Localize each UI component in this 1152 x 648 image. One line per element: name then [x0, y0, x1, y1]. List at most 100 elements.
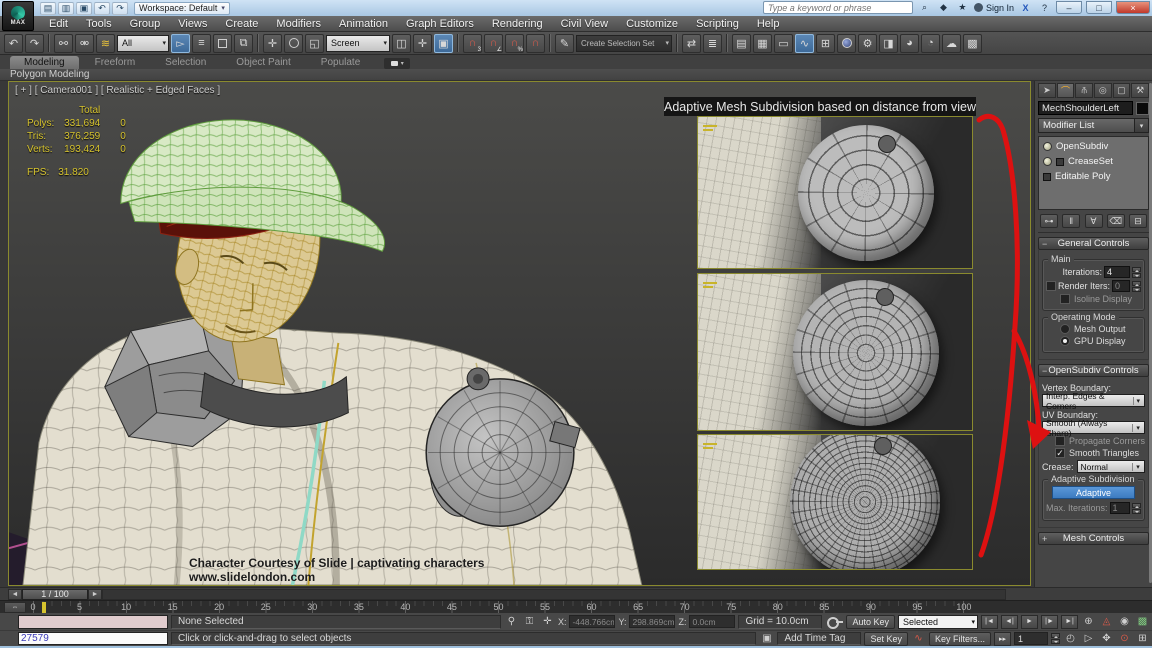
configure-modifier-sets-icon[interactable]: ⊟ [1129, 214, 1147, 228]
edit-named-selection-sets-icon[interactable]: ✎ [555, 34, 574, 53]
open-file-icon[interactable]: ▥ [58, 2, 74, 15]
expand-icon[interactable]: + [1042, 534, 1047, 544]
max-iterations-spinner[interactable] [1132, 503, 1141, 514]
menu-help[interactable]: Help [748, 18, 789, 30]
search-input[interactable] [763, 1, 913, 14]
auto-key-button[interactable]: Auto Key [846, 615, 895, 629]
save-file-icon[interactable]: ▣ [76, 2, 92, 15]
exchange-apps-icon[interactable]: X [1018, 1, 1033, 14]
menu-group[interactable]: Group [121, 18, 170, 30]
toggle-layer-explorer-icon[interactable]: ▦ [753, 34, 772, 53]
rectangular-selection-region-icon[interactable] [213, 34, 232, 53]
rollout-header-opensubdiv-controls[interactable]: − OpenSubdiv Controls [1038, 364, 1149, 377]
rendered-frame-window-icon[interactable]: ◨ [879, 34, 898, 53]
toggle-scene-explorer-icon[interactable]: ▤ [732, 34, 751, 53]
use-pivot-point-center-icon[interactable]: ◫ [392, 34, 411, 53]
smooth-triangles-checkbox[interactable]: ✓ [1055, 448, 1065, 458]
time-tag-cube-icon[interactable]: ▣ [759, 632, 774, 646]
workspace-dropdown[interactable]: Workspace: Default ▾ [134, 2, 230, 15]
snaps-toggle-icon[interactable]: ∩3 [463, 34, 482, 53]
max-iterations-field[interactable]: 1 [1110, 502, 1130, 514]
previous-frame-arrow-icon[interactable]: ◄ [8, 589, 22, 600]
z-coordinate-field[interactable]: 0.0cm [689, 615, 735, 628]
motion-tab-icon[interactable]: ◎ [1094, 83, 1112, 98]
ribbon-tab-populate[interactable]: Populate [307, 56, 374, 69]
viewport-label[interactable]: [ + ] [ Camera001 ] [ Realistic + Edged … [15, 85, 220, 96]
communication-center-icon[interactable]: ◆ [936, 1, 951, 14]
menu-modifiers[interactable]: Modifiers [267, 18, 330, 30]
mirror-icon[interactable]: ⇄ [682, 34, 701, 53]
select-and-link-icon[interactable]: ⚯ [54, 34, 73, 53]
menu-rendering[interactable]: Rendering [483, 18, 552, 30]
reference-coordinate-system-dropdown[interactable]: Screen ▾ [326, 35, 390, 52]
select-object-icon[interactable]: ▻ [171, 34, 190, 53]
time-slider-track[interactable] [102, 589, 1006, 600]
unlink-selection-icon[interactable]: ⚮ [75, 34, 94, 53]
select-and-move-icon[interactable]: ✛ [263, 34, 282, 53]
camera-viewport[interactable]: [ + ] [ Camera001 ] [ Realistic + Edged … [8, 81, 1031, 586]
menu-views[interactable]: Views [169, 18, 216, 30]
pin-stack-icon[interactable]: ⊶ [1040, 214, 1058, 228]
gpu-display-radio[interactable] [1060, 336, 1070, 346]
ribbon-tab-object-paint[interactable]: Object Paint [222, 56, 304, 69]
new-scene-icon[interactable]: ▤ [40, 2, 56, 15]
rollout-header-general-controls[interactable]: − General Controls [1038, 237, 1149, 250]
named-selection-sets-dropdown[interactable]: Create Selection Set ▾ [576, 35, 672, 52]
create-tab-icon[interactable]: ➤ [1038, 83, 1056, 98]
menu-graph-editors[interactable]: Graph Editors [397, 18, 483, 30]
time-configuration-icon[interactable]: ◴ [1063, 632, 1078, 646]
absolute-mode-transform-icon[interactable]: ✛ [540, 615, 555, 629]
menu-create[interactable]: Create [216, 18, 267, 30]
align-icon[interactable]: ≣ [703, 34, 722, 53]
key-filters-button[interactable]: Key Filters... [929, 632, 991, 646]
next-frame-icon[interactable]: |► [1041, 615, 1058, 629]
rollout-header-mesh-controls[interactable]: + Mesh Controls [1038, 532, 1149, 545]
iterations-field[interactable]: 4 [1104, 266, 1130, 278]
selection-lock-icon[interactable]: ⚿ [522, 615, 537, 629]
selection-filter-dropdown[interactable]: All ▾ [117, 35, 169, 52]
modifier-enabled-icon[interactable] [1043, 157, 1052, 166]
render-setup-icon[interactable]: ⚙ [858, 34, 877, 53]
y-coordinate-field[interactable]: 298.869cm [629, 615, 675, 628]
open-autodesk-360-icon[interactable]: ▩ [963, 34, 982, 53]
spinner-snap-toggle-icon[interactable]: ∩ [526, 34, 545, 53]
window-crossing-icon[interactable]: ⧉ [234, 34, 253, 53]
help-icon[interactable]: ? [1037, 1, 1052, 14]
application-menu-button[interactable]: MAX [2, 1, 34, 31]
percent-snap-toggle-icon[interactable]: ∩% [505, 34, 524, 53]
render-in-cloud-icon[interactable]: ☁ [942, 34, 961, 53]
curve-editor-icon[interactable]: ∿ [795, 34, 814, 53]
minimize-window-button[interactable]: – [1056, 1, 1082, 14]
maximize-viewport-toggle-icon[interactable]: ⊞ [1135, 632, 1150, 646]
restore-window-button[interactable]: □ [1086, 1, 1112, 14]
ribbon-tab-freeform[interactable]: Freeform [81, 56, 150, 69]
stack-item-creaseset[interactable]: CreaseSet [1039, 154, 1148, 169]
object-color-swatch[interactable] [1136, 102, 1149, 115]
render-iters-field[interactable]: 0 [1112, 280, 1130, 292]
key-filter-scope-dropdown[interactable]: Selected ▾ [898, 615, 978, 629]
menu-edit[interactable]: Edit [40, 18, 77, 30]
stack-item-editable-poly[interactable]: Editable Poly [1039, 169, 1148, 184]
ribbon-tab-modeling[interactable]: Modeling [10, 56, 79, 69]
show-end-result-icon[interactable]: ‖ [1062, 214, 1080, 228]
render-production-icon[interactable]: ◕ [900, 34, 919, 53]
crease-dropdown[interactable]: Normal ▾ [1077, 460, 1145, 473]
angle-snap-toggle-icon[interactable]: ∩∠ [484, 34, 503, 53]
previous-frame-icon[interactable]: ◄| [1001, 615, 1018, 629]
menu-scripting[interactable]: Scripting [687, 18, 748, 30]
add-time-tag[interactable]: Add Time Tag [777, 632, 861, 645]
collapse-icon[interactable]: − [1042, 366, 1047, 376]
display-tab-icon[interactable]: ▢ [1113, 83, 1131, 98]
set-keys-curve-icon[interactable]: ∿ [911, 632, 926, 646]
material-editor-icon[interactable] [837, 34, 856, 53]
render-iters-spinner[interactable] [1132, 281, 1141, 292]
undo-icon[interactable]: ↶ [94, 2, 110, 15]
mesh-output-radio[interactable] [1060, 324, 1070, 334]
zoom-region-icon[interactable]: ▩ [1135, 615, 1150, 629]
undo-icon[interactable]: ↶ [4, 34, 23, 53]
isoline-display-checkbox[interactable] [1060, 294, 1070, 304]
track-bar[interactable]: ⇔ 0 5 10 15 20 25 30 35 40 45 50 55 60 6… [0, 600, 1152, 613]
propagate-corners-checkbox[interactable] [1055, 436, 1065, 446]
go-to-start-icon[interactable]: |◄ [981, 615, 998, 629]
menu-customize[interactable]: Customize [617, 18, 687, 30]
